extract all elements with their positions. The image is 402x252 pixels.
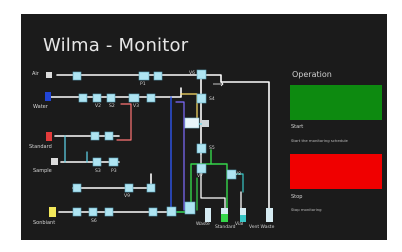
s5-valve — [196, 143, 207, 154]
sonbiant-valve-1 — [72, 207, 82, 217]
cyan-line — [64, 135, 88, 163]
purple-line — [175, 101, 185, 211]
stop-description: Stop monitoring — [291, 207, 322, 212]
s2-label: S2 — [109, 104, 115, 109]
junction-valve — [166, 206, 177, 217]
air-valve-1 — [72, 71, 82, 81]
operation-heading: Operation — [292, 70, 332, 79]
p1-pump — [138, 71, 150, 81]
v9-label: V9 — [124, 194, 130, 199]
water-source-label: Water — [33, 104, 48, 110]
water-valve-3 — [146, 93, 156, 103]
v6-valve — [196, 69, 207, 80]
v8-label: V8 — [235, 172, 241, 177]
air-source-label: Air — [32, 71, 39, 77]
s5-label: S5 — [209, 146, 215, 151]
sonbiant-source-label: Sonbiant — [33, 220, 56, 226]
p3-label: P3 — [111, 169, 117, 174]
vial-outlet-label: Vial — [235, 222, 244, 227]
p1-label: P1 — [140, 82, 146, 87]
v9-valve — [124, 183, 134, 193]
vent-arrow-icon — [213, 81, 224, 87]
water-line — [50, 87, 182, 98]
v6-label: V6 — [189, 71, 195, 76]
sample-source-tank — [51, 158, 58, 165]
flow-cell-sensor — [202, 120, 209, 127]
s4-label: S4 — [209, 97, 215, 102]
vial-level — [240, 215, 246, 222]
mid-line — [72, 173, 152, 189]
sample-source-label: Sample — [33, 168, 52, 174]
v2-valve — [104, 131, 114, 141]
v7-valve — [196, 163, 207, 174]
waste-outlet-label: Waste — [196, 222, 210, 227]
sonbiant-source-tank — [49, 207, 56, 217]
waste-vial — [205, 208, 211, 222]
monitor-app-window: Wilma - Monitor Air Water Standard Sampl… — [21, 14, 387, 240]
s6-label: S6 — [91, 219, 97, 224]
waste-level — [221, 214, 228, 222]
mid-valve-1 — [72, 183, 82, 193]
v2-label: V2 — [95, 104, 101, 109]
sample-valve-1 — [92, 157, 102, 167]
water-valve-1 — [78, 93, 88, 103]
standard-source-tank — [46, 132, 52, 141]
start-button[interactable] — [290, 85, 382, 120]
mixer-block — [184, 201, 196, 215]
v7-label: V7 — [197, 174, 203, 179]
v3-valve — [106, 93, 116, 103]
mid-valve-2 — [146, 183, 156, 193]
stop-button[interactable] — [290, 154, 382, 189]
standard-source-label: Standard — [29, 144, 52, 150]
water-valve-2 — [92, 93, 102, 103]
p2-pump — [128, 93, 140, 103]
air-source-tank — [46, 72, 52, 78]
standard-valve-1 — [90, 131, 100, 141]
v3-label: V3 — [133, 104, 139, 109]
fluidic-schematic — [45, 69, 273, 222]
s3-label: S3 — [95, 169, 101, 174]
start-label: Start — [291, 124, 304, 130]
vent-waste-vial — [266, 208, 273, 222]
sonbiant-valve-2 — [104, 207, 114, 217]
blue-line — [170, 96, 184, 213]
water-source-tank — [45, 92, 51, 101]
flow-cell — [184, 117, 200, 129]
start-description: Start the monitoring schedule — [291, 138, 348, 143]
air-valve-2 — [153, 71, 163, 81]
screenshot-frame: Wilma - Monitor Air Water Standard Sampl… — [0, 0, 402, 252]
sonbiant-valve-3 — [148, 207, 158, 217]
vent-waste-outlet-label: Vent Waste — [249, 225, 275, 230]
s4-valve — [196, 93, 207, 104]
s6-valve — [88, 207, 98, 217]
standard-outlet-label: Standard — [215, 225, 236, 230]
pink-line — [116, 103, 132, 141]
stop-label: Stop — [291, 194, 303, 200]
waste-line — [200, 153, 226, 209]
p3-pump — [108, 157, 119, 167]
